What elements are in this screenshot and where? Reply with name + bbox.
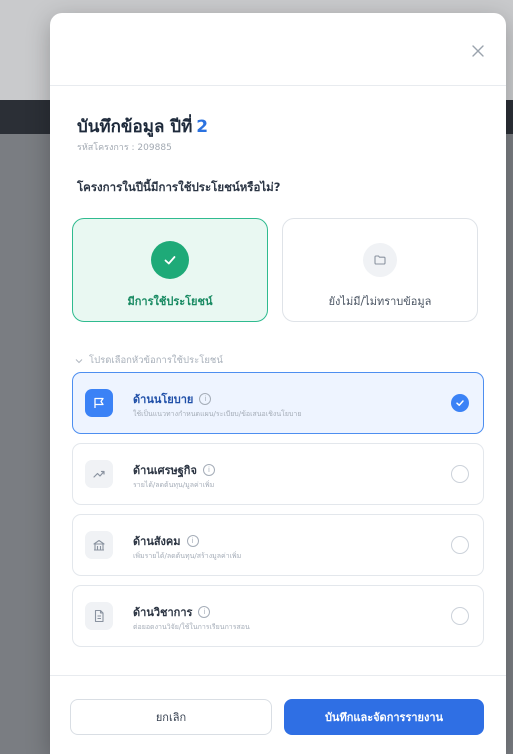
footer-divider [50,675,506,676]
option-policy[interactable]: ด้านนโยบาย i ใช้เป็นแนวทางกำหนดแผน/ระเบี… [72,372,484,434]
option-academic-title-row: ด้านวิชาการ i [133,603,211,621]
save-and-manage-button[interactable]: บันทึกและจัดการรายงาน [284,699,484,735]
option-social-title: ด้านสังคม [133,535,181,548]
chevron-down-icon [75,358,83,363]
check-icon [151,241,189,279]
option-economic-desc: รายได้/ลดต้นทุน/มูลค่าเพิ่ม [133,481,215,489]
option-social[interactable]: ด้านสังคม i เพิ่มรายได้/ลดต้นทุน/สร้างมู… [72,514,484,576]
option-social-title-row: ด้านสังคม i [133,532,199,550]
close-icon [472,45,484,57]
option-economic-radio[interactable] [451,465,469,483]
option-academic[interactable]: ด้านวิชาการ i ต่อยอดงานวิจัย/ใช้ในการเรี… [72,585,484,647]
option-economic-title: ด้านเศรษฐกิจ [133,464,197,477]
info-icon[interactable]: i [199,393,212,405]
option-academic-title: ด้านวิชาการ [133,606,193,619]
year-number: 2 [196,117,209,137]
info-icon[interactable]: i [198,606,211,618]
choice-has-usage[interactable]: มีการใช้ประโยชน์ [72,218,268,322]
info-icon[interactable]: i [202,464,215,476]
usage-question: โครงการในปีนี้มีการใช้ประโยชน์หรือไม่? [77,180,281,194]
modal-title-text: บันทึกข้อมูล ปีที่ [77,117,193,137]
trend-up-icon [85,460,113,488]
option-policy-title: ด้านนโยบาย [133,393,194,406]
choice-has-usage-label: มีการใช้ประโยชน์ [127,295,213,308]
option-economic[interactable]: ด้านเศรษฐกิจ i รายได้/ลดต้นทุน/มูลค่าเพิ… [72,443,484,505]
document-icon [85,602,113,630]
project-code: รหัสโครงการ : 209885 [77,143,172,153]
option-social-desc: เพิ่มรายได้/ลดต้นทุน/สร้างมูลค่าเพิ่ม [133,552,242,560]
check-icon [456,400,464,406]
record-modal: บันทึกข้อมูล ปีที่ 2 รหัสโครงการ : 209885… [50,13,506,754]
modal-title: บันทึกข้อมูล ปีที่ 2 [77,113,208,140]
folder-icon [363,243,397,277]
info-icon[interactable]: i [186,535,199,547]
option-academic-desc: ต่อยอดงานวิจัย/ใช้ในการเรียนการสอน [133,623,250,631]
header-divider [50,85,506,86]
flag-icon [85,389,113,417]
choice-no-usage-label: ยังไม่มี/ไม่ทราบข้อมูล [328,295,432,308]
option-economic-title-row: ด้านเศรษฐกิจ i [133,461,215,479]
cancel-button[interactable]: ยกเลิก [70,699,272,735]
building-icon [85,531,113,559]
option-policy-title-row: ด้านนโยบาย i [133,390,212,408]
option-social-radio[interactable] [451,536,469,554]
option-policy-radio[interactable] [451,394,469,412]
topic-select-label-text: โปรดเลือกหัวข้อการใช้ประโยชน์ [89,355,223,366]
topic-select-label: โปรดเลือกหัวข้อการใช้ประโยชน์ [75,353,223,368]
choice-no-usage[interactable]: ยังไม่มี/ไม่ทราบข้อมูล [282,218,478,322]
option-academic-radio[interactable] [451,607,469,625]
close-button[interactable] [468,41,488,61]
option-policy-desc: ใช้เป็นแนวทางกำหนดแผน/ระเบียบ/ข้อเสนอเชิ… [133,410,302,418]
